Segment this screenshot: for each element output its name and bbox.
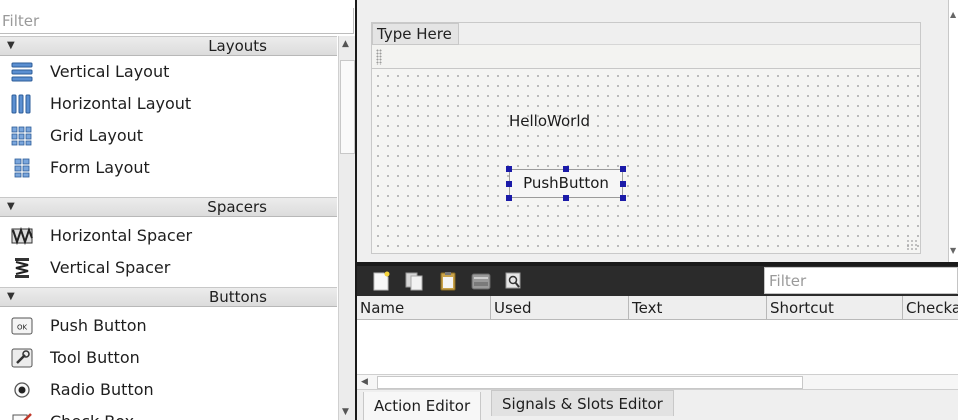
form-menu-bar: Type Here [372, 23, 920, 45]
resize-handle[interactable] [620, 195, 626, 201]
category-label: Spacers [207, 198, 267, 216]
resize-handle[interactable] [563, 166, 569, 172]
widget-box: ▼ Layouts Vertical Layout Horizontal Lay… [0, 0, 356, 420]
scrollbar-thumb[interactable] [377, 376, 803, 389]
scroll-down-arrow-icon[interactable]: ▼ [950, 246, 956, 255]
action-filter-input[interactable] [764, 267, 958, 294]
action-table-hscrollbar[interactable]: ◀ [357, 374, 958, 390]
tab-signals-slots-editor[interactable]: Signals & Slots Editor [491, 390, 674, 416]
resize-handle[interactable] [563, 195, 569, 201]
action-editor-toolbar [357, 266, 958, 296]
horizontal-spacer-icon [11, 226, 33, 246]
scroll-up-arrow-icon[interactable]: ▲ [342, 39, 349, 49]
category-spacers[interactable]: ▼ Spacers [0, 197, 337, 217]
widget-item-horizontal-spacer[interactable]: Horizontal Spacer [0, 220, 337, 252]
selected-push-button[interactable]: PushButton [506, 166, 626, 201]
menu-type-here[interactable]: Type Here [372, 23, 459, 45]
check-box-icon [12, 413, 32, 420]
widget-item-label: Push Button [50, 316, 147, 335]
paste-action-icon[interactable] [437, 271, 459, 291]
copy-action-icon[interactable] [403, 271, 425, 291]
category-label: Buttons [208, 288, 267, 306]
category-label: Layouts [208, 37, 267, 55]
tab-action-editor[interactable]: Action Editor [363, 392, 482, 420]
category-buttons[interactable]: ▼ Buttons [0, 287, 337, 307]
push-button-icon: OK [11, 317, 33, 335]
action-table-header: Name Used Text Shortcut Checkable [357, 296, 958, 320]
form-layout-icon [14, 158, 30, 178]
scroll-left-arrow-icon[interactable]: ◀ [361, 375, 368, 389]
form-window[interactable]: Type Here HelloWorld PushButton [371, 22, 921, 254]
category-layouts[interactable]: ▼ Layouts [0, 36, 337, 56]
widget-item-label: Horizontal Spacer [50, 226, 193, 245]
editor-tab-bar: Action Editor Signals & Slots Editor [357, 390, 958, 420]
resize-handle[interactable] [506, 166, 512, 172]
column-header-text[interactable]: Text [629, 296, 767, 320]
vertical-spacer-icon [15, 258, 29, 278]
column-header-used[interactable]: Used [491, 296, 629, 320]
scroll-down-arrow-icon[interactable]: ▼ [342, 407, 349, 417]
resize-handle[interactable] [506, 195, 512, 201]
scrollbar-track[interactable] [948, 0, 958, 262]
column-header-name[interactable]: Name [357, 296, 491, 320]
widget-item-label: Radio Button [50, 380, 154, 399]
widget-item-check-box[interactable]: Check Box [0, 406, 337, 420]
form-canvas[interactable]: HelloWorld PushButton [372, 69, 920, 253]
delete-action-icon[interactable] [470, 271, 492, 291]
column-header-shortcut[interactable]: Shortcut [767, 296, 903, 320]
widget-box-scrollbar[interactable]: ▲ ▼ [338, 36, 355, 420]
radio-button-icon [14, 382, 30, 398]
size-grip[interactable] [906, 239, 918, 251]
resize-handle[interactable] [620, 181, 626, 187]
widget-filter-input[interactable] [0, 8, 354, 34]
widget-item-label: Vertical Spacer [50, 258, 171, 277]
form-editor-area: Type Here HelloWorld PushButton [357, 0, 932, 262]
action-table-body[interactable] [357, 320, 958, 374]
svg-text:OK: OK [17, 324, 28, 332]
action-editor-panel: Name Used Text Shortcut Checkable ◀ Acti… [357, 266, 958, 420]
widget-list: ▼ Layouts Vertical Layout Horizontal Lay… [0, 36, 337, 420]
widget-item-label: Check Box [50, 406, 134, 420]
grid-layout-icon [11, 126, 32, 146]
form-toolbar-area [372, 45, 920, 69]
widget-item-label: Vertical Layout [50, 62, 170, 81]
scroll-up-arrow-icon[interactable]: ▲ [950, 10, 956, 19]
widget-item-form-layout[interactable]: Form Layout [0, 152, 337, 184]
widget-item-radio-button[interactable]: Radio Button [0, 374, 337, 406]
horizontal-layout-icon [11, 94, 31, 114]
resize-handle[interactable] [620, 166, 626, 172]
form-area-scrollbar[interactable]: ▲ ▼ [932, 0, 958, 262]
widget-item-label: Grid Layout [50, 126, 144, 145]
configure-icon[interactable] [503, 271, 525, 291]
scrollbar-thumb[interactable] [340, 60, 355, 154]
widget-item-label: Horizontal Layout [50, 94, 192, 113]
widget-item-tool-button[interactable]: Tool Button [0, 342, 337, 374]
widget-item-label: Tool Button [50, 348, 140, 367]
tool-button-icon [11, 348, 33, 368]
widget-item-grid-layout[interactable]: Grid Layout [0, 120, 337, 152]
hello-world-label[interactable]: HelloWorld [509, 111, 590, 131]
widget-item-label: Form Layout [50, 158, 150, 177]
widget-item-push-button[interactable]: OK Push Button [0, 310, 337, 342]
push-button-face[interactable]: PushButton [509, 169, 623, 198]
widget-item-vertical-spacer[interactable]: Vertical Spacer [0, 252, 337, 284]
toolbar-drag-handle[interactable] [376, 49, 382, 65]
new-action-icon[interactable] [370, 271, 392, 291]
widget-item-horizontal-layout[interactable]: Horizontal Layout [0, 88, 337, 120]
vertical-layout-icon [11, 62, 33, 82]
column-header-checkable[interactable]: Checkable [903, 296, 958, 320]
widget-item-vertical-layout[interactable]: Vertical Layout [0, 56, 337, 88]
resize-handle[interactable] [506, 181, 512, 187]
